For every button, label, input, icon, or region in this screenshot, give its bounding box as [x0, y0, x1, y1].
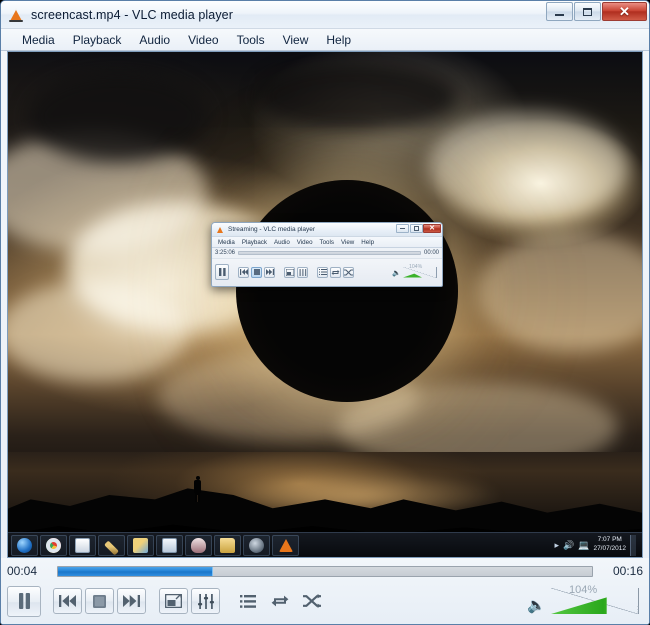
- streaming-extended-settings-button[interactable]: [297, 267, 308, 278]
- elapsed-time[interactable]: 00:04: [7, 564, 49, 578]
- streaming-seek-row: 3:25:06 00:00: [212, 248, 442, 259]
- taskbar-paint-icon[interactable]: [127, 535, 154, 556]
- volume-percent-label: 104%: [569, 584, 597, 596]
- streaming-minimize-button[interactable]: [396, 224, 409, 233]
- video-surface[interactable]: Streaming - VLC media player ✕ Media Pla…: [7, 51, 643, 558]
- streaming-stop-button[interactable]: [251, 267, 262, 278]
- cloud-decoration: [428, 112, 628, 222]
- streaming-menu-help[interactable]: Help: [358, 239, 377, 246]
- eclipse-disc: [236, 180, 458, 402]
- streaming-title-bar: Streaming - VLC media player ✕: [212, 223, 442, 237]
- menu-audio[interactable]: Audio: [130, 31, 179, 49]
- taskbar-notepad-icon[interactable]: [69, 535, 96, 556]
- menu-view[interactable]: View: [274, 31, 318, 49]
- clock-time: 7:07 PM: [593, 536, 626, 545]
- stop-button[interactable]: [85, 588, 114, 614]
- streaming-window-title: Streaming - VLC media player: [228, 226, 315, 233]
- taskbar-steam-icon[interactable]: [243, 535, 270, 556]
- streaming-random-button[interactable]: [343, 267, 354, 278]
- window-controls: ✕: [546, 2, 647, 21]
- minimize-button[interactable]: [546, 2, 573, 21]
- streaming-vlc-window[interactable]: Streaming - VLC media player ✕ Media Pla…: [211, 222, 443, 287]
- streaming-playlist-button[interactable]: [317, 267, 328, 278]
- streaming-play-pause-button[interactable]: [215, 264, 229, 280]
- resize-grip-icon: ⋮: [634, 606, 642, 614]
- loop-button[interactable]: [265, 588, 294, 614]
- menu-tools[interactable]: Tools: [228, 31, 274, 49]
- streaming-menu-media[interactable]: Media: [215, 239, 238, 246]
- vlc-cone-icon: [216, 226, 224, 234]
- streaming-seek-bar[interactable]: [238, 251, 421, 255]
- streaming-elapsed-time[interactable]: 3:25:06: [215, 250, 235, 256]
- maximize-button[interactable]: [574, 2, 601, 21]
- clock-date: 27/07/2012: [593, 545, 626, 554]
- previous-button[interactable]: [53, 588, 82, 614]
- random-button[interactable]: [297, 588, 326, 614]
- window-title: screencast.mp4 - VLC media player: [31, 8, 233, 22]
- streaming-close-button[interactable]: ✕: [423, 224, 441, 233]
- system-tray: ▸ 🔊 💻 7:07 PM 27/07/2012: [554, 535, 640, 556]
- streaming-next-button[interactable]: [264, 267, 275, 278]
- streaming-fullscreen-button[interactable]: [284, 267, 295, 278]
- taskbar-start-orb[interactable]: [11, 535, 38, 556]
- control-row: 🔈 104% ⋮: [7, 584, 643, 618]
- menu-playback[interactable]: Playback: [64, 31, 131, 49]
- menu-media[interactable]: Media: [13, 31, 64, 49]
- taskbar-chrome-icon[interactable]: [40, 535, 67, 556]
- taskbar-vlc-icon[interactable]: [272, 535, 299, 556]
- close-button[interactable]: ✕: [602, 2, 647, 21]
- tray-arrow-icon[interactable]: ▸: [554, 541, 559, 550]
- seek-bar[interactable]: [57, 566, 593, 577]
- streaming-menu-video[interactable]: Video: [294, 239, 316, 246]
- menu-bar: Media Playback Audio Video Tools View He…: [1, 29, 649, 51]
- taskbar-folder-icon[interactable]: [214, 535, 241, 556]
- person-silhouette: [194, 476, 201, 502]
- volume-slider[interactable]: 104% ⋮: [551, 588, 639, 614]
- streaming-menu-playback[interactable]: Playback: [239, 239, 270, 246]
- cloud-decoration: [28, 72, 208, 162]
- vlc-cone-icon: [8, 7, 24, 23]
- player-control-panel: 00:04 00:16: [1, 558, 649, 624]
- taskbar-explorer-icon[interactable]: [156, 535, 183, 556]
- vlc-main-window: screencast.mp4 - VLC media player ✕ Medi…: [0, 0, 650, 625]
- view-group: [159, 588, 220, 614]
- video-taskbar: ▸ 🔊 💻 7:07 PM 27/07/2012: [8, 532, 642, 557]
- streaming-volume-control[interactable]: 🔈 104%: [392, 267, 439, 278]
- streaming-volume-slider[interactable]: 104%: [403, 267, 437, 278]
- streaming-window-controls: ✕: [396, 224, 441, 233]
- title-bar: screencast.mp4 - VLC media player ✕: [1, 1, 649, 29]
- network-icon[interactable]: 💻: [578, 541, 589, 550]
- streaming-menu-tools[interactable]: Tools: [317, 239, 337, 246]
- taskbar-clock[interactable]: 7:07 PM 27/07/2012: [593, 536, 626, 554]
- menu-video[interactable]: Video: [179, 31, 227, 49]
- streaming-previous-button[interactable]: [238, 267, 249, 278]
- total-time[interactable]: 00:16: [601, 564, 643, 578]
- streaming-total-time[interactable]: 00:00: [424, 250, 439, 256]
- transport-group: [53, 588, 146, 614]
- speaker-icon[interactable]: 🔊: [563, 541, 574, 550]
- volume-control[interactable]: 🔈 104% ⋮: [527, 588, 643, 614]
- show-desktop-button[interactable]: [630, 535, 636, 556]
- streaming-control-bar: 🔈 104%: [212, 259, 442, 285]
- streaming-loop-button[interactable]: [330, 267, 341, 278]
- taskbar-media-icon[interactable]: [185, 535, 212, 556]
- speaker-icon[interactable]: 🔈: [527, 598, 546, 613]
- cloud-decoration: [258, 62, 458, 132]
- streaming-volume-percent: 104%: [409, 264, 422, 270]
- seek-bar-fill: [58, 567, 213, 576]
- menu-help[interactable]: Help: [317, 31, 360, 49]
- playlist-group: [233, 588, 326, 614]
- streaming-maximize-button[interactable]: [410, 224, 423, 233]
- speaker-icon[interactable]: 🔈: [392, 270, 401, 277]
- seek-row: 00:04 00:16: [7, 561, 643, 581]
- fullscreen-button[interactable]: [159, 588, 188, 614]
- streaming-menu-view[interactable]: View: [338, 239, 357, 246]
- taskbar-tool-icon[interactable]: [98, 535, 125, 556]
- streaming-menu-audio[interactable]: Audio: [271, 239, 293, 246]
- extended-settings-button[interactable]: [191, 588, 220, 614]
- streaming-menu-bar: Media Playback Audio Video Tools View He…: [212, 237, 442, 248]
- playlist-button[interactable]: [233, 588, 262, 614]
- next-button[interactable]: [117, 588, 146, 614]
- play-pause-button[interactable]: [7, 586, 41, 617]
